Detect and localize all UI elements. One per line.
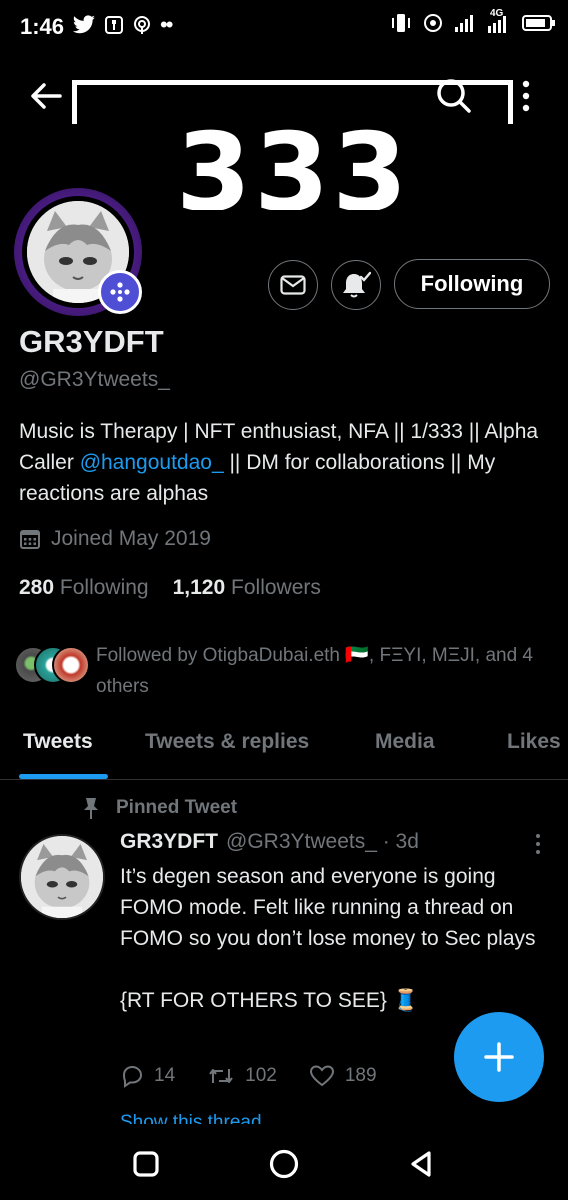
vibrate-icon — [392, 14, 410, 32]
home-button[interactable] — [264, 1144, 304, 1184]
tab-likes[interactable]: Likes — [507, 730, 561, 754]
triangle-back-icon — [411, 1151, 431, 1177]
followers-stat[interactable]: 1,120 Followers — [173, 576, 321, 600]
more-options-button[interactable] — [514, 76, 538, 116]
notification-box-icon — [105, 16, 123, 34]
system-nav-bar — [0, 1124, 568, 1200]
like-count: 189 — [344, 1065, 377, 1086]
signal-icon — [455, 15, 473, 32]
back-button[interactable] — [26, 76, 66, 116]
tweet-text-paragraph-1: It’s degen season and everyone is going … — [120, 865, 536, 950]
signal-4g-icon: 4G — [486, 8, 512, 34]
compose-tweet-button[interactable] — [454, 1012, 544, 1102]
tab-tweets-replies[interactable]: Tweets & replies — [145, 730, 309, 754]
pinned-text: Pinned Tweet — [116, 797, 238, 818]
following-stat[interactable]: 280 Following — [19, 576, 149, 600]
notifications-button[interactable] — [331, 260, 381, 310]
pinned-label: Pinned Tweet — [82, 796, 237, 820]
more-dots-icon: •• — [160, 12, 173, 37]
status-left-icons: •• — [72, 12, 173, 38]
arrow-left-icon — [31, 83, 62, 109]
status-bar: 1:46 •• 4G — [0, 0, 568, 54]
banner-number: 333 — [176, 111, 411, 211]
tweet-handle-time: @GR3Ytweets_ · 3d — [226, 830, 419, 853]
circle-icon — [269, 1149, 299, 1179]
follow-stats: 280 Following 1,120 Followers — [19, 576, 321, 600]
active-tab-indicator — [19, 774, 108, 779]
following-count: 280 — [19, 576, 55, 599]
plus-icon — [484, 1042, 514, 1072]
reply-button[interactable]: 14 — [120, 1064, 175, 1088]
tab-media[interactable]: Media — [375, 730, 435, 754]
profile-tabs: Tweets Tweets & replies Media Likes — [0, 722, 568, 780]
tab-tweets[interactable]: Tweets — [23, 730, 93, 754]
tweet-author-name[interactable]: GR3YDFT — [120, 830, 218, 854]
twitter-bird-icon — [72, 15, 95, 34]
hotspot-icon — [134, 16, 150, 34]
tweet-avatar[interactable] — [19, 834, 105, 920]
nft-badge-icon — [98, 270, 142, 314]
profile-name: GR3YDFT — [19, 324, 164, 359]
profile-handle: @GR3Ytweets_ — [19, 368, 170, 391]
followed-by-avatars — [14, 646, 94, 686]
profile-bio: Music is Therapy | NFT enthusiast, NFA |… — [19, 416, 549, 509]
like-button[interactable]: 189 — [309, 1064, 377, 1088]
reply-count: 14 — [154, 1065, 176, 1086]
retweet-icon — [209, 1069, 233, 1083]
banner-frame-right — [508, 80, 513, 124]
follower-avatar-3 — [52, 646, 90, 684]
tweet-text[interactable]: It’s degen season and everyone is going … — [120, 861, 560, 1016]
recent-apps-button[interactable] — [126, 1144, 166, 1184]
pin-icon — [84, 798, 98, 819]
following-label: Following — [59, 576, 149, 599]
show-thread-link[interactable]: Show this thread — [120, 1112, 262, 1124]
message-button[interactable] — [268, 260, 318, 310]
following-button[interactable]: Following — [394, 259, 550, 309]
search-button[interactable] — [432, 74, 476, 118]
bell-check-icon — [343, 271, 371, 298]
vertical-dots-icon — [536, 834, 540, 854]
reply-icon — [122, 1065, 143, 1088]
envelope-icon — [280, 275, 306, 295]
wifi-call-icon — [424, 14, 442, 32]
joined-date: Joined May 2019 — [19, 527, 211, 551]
followers-label: Followers — [231, 576, 321, 599]
calendar-icon — [20, 530, 40, 549]
status-time: 1:46 — [20, 14, 65, 39]
banner-frame-left — [72, 80, 77, 124]
joined-text: Joined May 2019 — [51, 527, 211, 550]
retweet-button[interactable]: 102 — [207, 1064, 277, 1088]
tweet-actions: 14 102 189 — [120, 1064, 409, 1088]
tweet-more-button[interactable] — [530, 832, 546, 856]
followers-count: 1,120 — [172, 576, 226, 599]
cat-character-avatar-icon — [21, 836, 103, 918]
tweet-header: GR3YDFT @GR3Ytweets_ · 3d — [120, 830, 419, 854]
battery-icon — [522, 15, 555, 31]
followed-by[interactable]: Followed by OtigbaDubai.eth 🇦🇪, FΞYI, MΞ… — [14, 640, 554, 697]
heart-icon — [309, 1065, 334, 1087]
followed-by-text: Followed by OtigbaDubai.eth 🇦🇪, FΞYI, MΞ… — [96, 645, 533, 697]
retweet-count: 102 — [245, 1065, 277, 1086]
back-nav-button[interactable] — [401, 1144, 441, 1184]
bio-mention-link[interactable]: @hangoutdao_ — [80, 451, 224, 474]
status-right-icons: 4G — [390, 8, 555, 34]
search-icon — [437, 79, 471, 113]
vertical-dots-icon — [522, 80, 530, 112]
square-icon — [133, 1151, 159, 1177]
battery-fill — [526, 19, 545, 27]
